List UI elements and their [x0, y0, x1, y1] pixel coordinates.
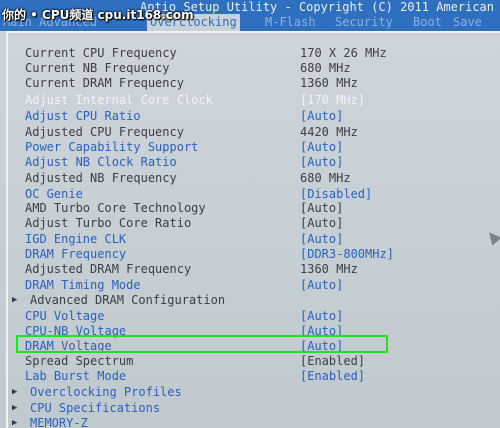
setting-value: 680 MHz	[300, 61, 351, 75]
setting-row-spread-spectrum: Spread Spectrum [Enabled]	[8, 354, 500, 369]
setting-row-adjusted-cpu-frequency: Adjusted CPU Frequency 4420 MHz	[8, 125, 500, 140]
setting-label: Adjusted DRAM Frequency	[25, 262, 192, 276]
setting-row-memory-z[interactable]: ▶ MEMORY-Z	[8, 416, 500, 428]
triangle-right-icon: ▶	[12, 295, 18, 305]
setting-value[interactable]: [Disabled]	[300, 187, 372, 202]
setting-value: [Auto]	[300, 201, 344, 215]
setting-value: [Auto]	[300, 216, 344, 230]
tab-boot[interactable]: Boot	[410, 14, 445, 31]
setting-row-adjust-cpu-ratio[interactable]: Adjust CPU Ratio [Auto]	[8, 109, 500, 124]
setting-label: OC Genie	[25, 187, 83, 201]
setting-value: 170 X 26 MHz	[300, 46, 387, 60]
triangle-right-icon: ▶	[12, 387, 18, 397]
setting-row-igd-engine-clk[interactable]: IGD Engine CLK [Auto]	[8, 232, 500, 247]
setting-row-dram-timing-mode[interactable]: DRAM Timing Mode [Auto]	[8, 278, 500, 293]
setting-row-power-capability-support[interactable]: Power Capability Support [Auto]	[8, 140, 500, 155]
setting-row-cpu-specifications[interactable]: ▶ CPU Specifications	[8, 401, 500, 416]
tab-security[interactable]: Security	[332, 14, 396, 31]
tab-save[interactable]: Save	[450, 14, 485, 31]
settings-panel: Current CPU Frequency 170 X 26 MHz Current…	[6, 31, 500, 428]
setting-value[interactable]: [Auto]	[300, 109, 343, 124]
setting-row-adjusted-nb-frequency: Adjusted NB Frequency 680 MHz	[8, 171, 500, 186]
setting-label: Current CPU Frequency	[25, 46, 177, 60]
setting-row-cpu-voltage[interactable]: CPU Voltage [Auto]	[8, 309, 500, 324]
setting-label: Adjust Internal Core Clock	[25, 93, 213, 107]
setting-label: Adjust CPU Ratio	[25, 109, 141, 123]
setting-label: Current DRAM Frequency	[25, 76, 184, 90]
setting-value: [Enabled]	[300, 354, 366, 368]
setting-row-amd-turbo-core-technology: AMD Turbo Core Technology [Auto]	[8, 201, 500, 216]
setting-label: CPU Specifications	[30, 401, 161, 415]
setting-label: Overclocking Profiles	[30, 385, 182, 399]
setting-label: CPU Voltage	[25, 309, 105, 323]
setting-value: [170 MHz]	[300, 93, 366, 107]
setting-row-dram-frequency[interactable]: DRAM Frequency [DDR3-800MHz]	[8, 247, 500, 262]
setting-value[interactable]: [Auto]	[300, 155, 343, 170]
setting-row-adjust-turbo-core-ratio: Adjust Turbo Core Ratio [Auto]	[8, 216, 500, 231]
setting-value[interactable]: [Enabled]	[300, 369, 365, 384]
setting-row-adjust-internal-core-clock: Adjust Internal Core Clock [170 MHz]	[8, 93, 500, 108]
setting-value: 1360 MHz	[300, 262, 358, 276]
setting-value: 680 MHz	[300, 171, 351, 185]
setting-value[interactable]: [Auto]	[300, 309, 343, 324]
setting-row-advanced-dram-configuration[interactable]: ▶ Advanced DRAM Configuration	[8, 293, 500, 308]
setting-label: Power Capability Support	[25, 140, 199, 154]
setting-row-adjusted-dram-frequency: Adjusted DRAM Frequency 1360 MHz	[8, 262, 500, 277]
setting-row-current-nb-frequency: Current NB Frequency 680 MHz	[8, 61, 500, 76]
setting-value[interactable]: [Auto]	[300, 140, 343, 155]
lab-burst-mode-highlight	[16, 335, 388, 353]
tab-m-flash[interactable]: M-Flash	[262, 14, 319, 31]
setting-row-overclocking-profiles[interactable]: ▶ Overclocking Profiles	[8, 385, 500, 400]
setting-label: IGD Engine CLK	[25, 232, 127, 246]
setting-label: Adjust NB Clock Ratio	[25, 155, 177, 169]
setting-value: 1360 MHz	[300, 76, 358, 90]
site-watermark: 你的 • CPU频道 cpu.it168.com	[2, 8, 194, 22]
setting-label: MEMORY-Z	[30, 416, 88, 428]
setting-label: DRAM Frequency	[25, 247, 127, 261]
setting-value: 4420 MHz	[300, 125, 358, 139]
setting-label: AMD Turbo Core Technology	[25, 201, 206, 215]
setting-label: Advanced DRAM Configuration	[30, 293, 226, 307]
setting-row-current-cpu-frequency: Current CPU Frequency 170 X 26 MHz	[8, 46, 500, 61]
bios-screen: Aptio Setup Utility - Copyright (C) 2011…	[0, 0, 500, 428]
triangle-right-icon: ▶	[12, 403, 18, 413]
setting-label: Lab Burst Mode	[25, 369, 127, 383]
setting-value[interactable]: [Auto]	[300, 232, 343, 247]
setting-row-adjust-nb-clock-ratio[interactable]: Adjust NB Clock Ratio [Auto]	[8, 155, 500, 170]
setting-row-oc-genie[interactable]: OC Genie [Disabled]	[8, 187, 500, 202]
setting-label: Adjusted CPU Frequency	[25, 125, 184, 139]
setting-label: DRAM Timing Mode	[25, 278, 141, 292]
setting-value[interactable]: [Auto]	[300, 278, 343, 293]
setting-label: Adjust Turbo Core Ratio	[25, 216, 192, 230]
setting-row-lab-burst-mode[interactable]: Lab Burst Mode [Enabled]	[8, 369, 500, 384]
setting-row-current-dram-frequency: Current DRAM Frequency 1360 MHz	[8, 76, 500, 91]
triangle-right-icon: ▶	[12, 418, 18, 428]
setting-label: Adjusted NB Frequency	[25, 171, 177, 185]
setting-label: Current NB Frequency	[25, 61, 170, 75]
setting-value[interactable]: [DDR3-800MHz]	[300, 247, 394, 262]
setting-label: Spread Spectrum	[25, 354, 134, 368]
